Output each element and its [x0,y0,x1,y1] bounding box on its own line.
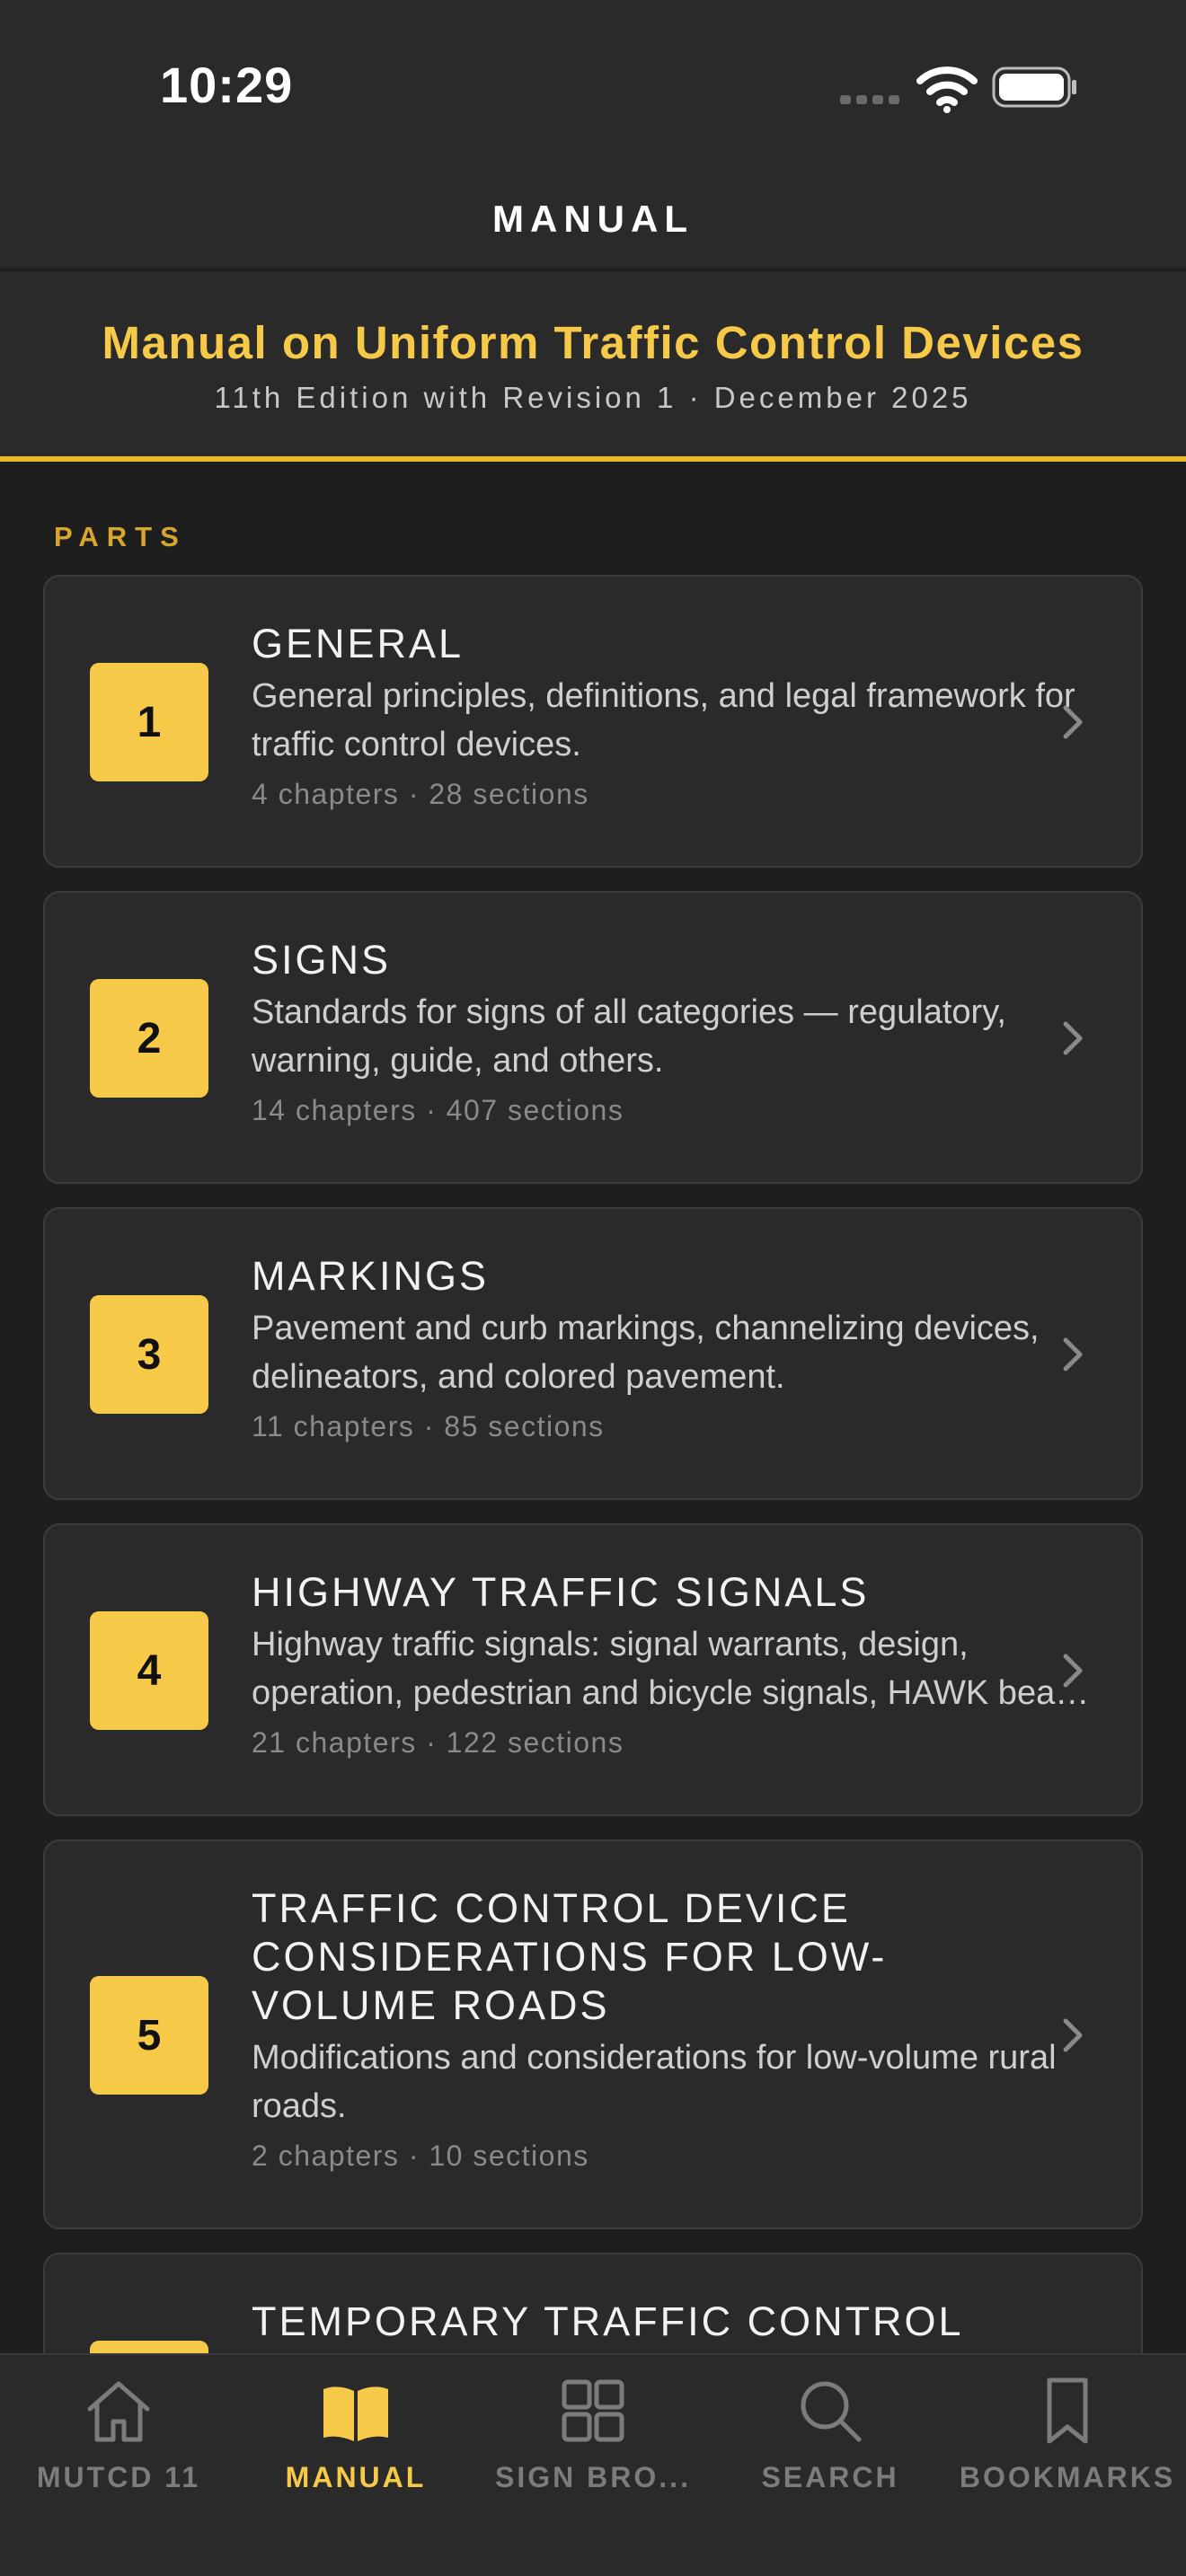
cellular-signal-icon [840,95,899,104]
manual-header: Manual on Uniform Traffic Control Device… [0,271,1186,462]
part-card-3[interactable]: 3 MARKINGS Pavement and curb markings, c… [43,1207,1143,1500]
header-divider [0,456,1186,462]
part-title: HIGHWAY TRAFFIC SIGNALS [252,1569,870,1615]
grid-icon [562,2379,624,2442]
chevron-right-icon [1063,705,1083,739]
tab-sign-browser[interactable]: SIGN BRO... [474,2355,712,2576]
chevron-right-icon [1063,1021,1083,1055]
part-description: General principles, definitions, and leg… [252,677,1075,763]
status-time: 10:29 [160,57,294,113]
tab-label: MANUAL [285,2461,427,2493]
part-meta: 11 chapters · 85 sections [252,1410,605,1442]
part-number-badge: 1 [90,663,208,781]
bookmark-icon [1047,2378,1088,2444]
part-card-4[interactable]: 4 HIGHWAY TRAFFIC SIGNALS Highway traffi… [43,1523,1143,1816]
tab-search[interactable]: SEARCH [712,2355,949,2576]
part-title: MARKINGS [252,1253,490,1299]
part-number-badge: 3 [90,1295,208,1414]
part-description-truncated: operation, pedestrian and bicycle signal… [252,1674,1096,1712]
tab-label: BOOKMARKS [959,2461,1176,2493]
part-card-1[interactable]: 1 GENERAL General principles, definition… [43,575,1143,868]
part-title: GENERAL [252,621,465,666]
part-meta: 4 chapters · 28 sections [252,778,589,810]
part-card-2[interactable]: 2 SIGNS Standards for signs of all categ… [43,891,1143,1184]
search-icon [801,2381,862,2442]
status-bar: 10:29 [0,0,1186,153]
tab-label: MUTCD 11 [36,2461,201,2493]
chevron-right-icon [1063,2018,1083,2052]
part-description: Pavement and curb markings, channelizing… [252,1310,1040,1396]
manual-title: Manual on Uniform Traffic Control Device… [102,317,1084,368]
part-number-badge: 5 [90,1976,208,2095]
part-title: TRAFFIC CONTROL DEVICE CONSIDERATIONS FO… [252,1885,888,2028]
tab-mutcd11[interactable]: MUTCD 11 [0,2355,237,2576]
part-description: Standards for signs of all categories — … [252,993,1006,1080]
tab-bar: MUTCD 11 MANUAL SIGN BRO... SEARCH BOOKM… [0,2353,1186,2576]
navigation-bar: MANUAL [0,153,1186,269]
tab-bookmarks[interactable]: BOOKMARKS [949,2355,1186,2576]
tab-label: SEARCH [761,2461,899,2493]
part-card-5[interactable]: 5 TRAFFIC CONTROL DEVICE CONSIDERATIONS … [43,1839,1143,2229]
tab-label: SIGN BRO... [495,2461,691,2493]
part-title: TEMPORARY TRAFFIC CONTROL [252,2298,964,2344]
section-label: PARTS [54,521,187,552]
battery-icon [992,66,1076,108]
part-meta: 2 chapters · 10 sections [252,2139,589,2172]
wifi-icon [916,66,978,113]
part-description: Highway traffic signals: signal warrants… [252,1626,969,1663]
chevron-right-icon [1063,1654,1083,1688]
part-meta: 21 chapters · 122 sections [252,1726,624,1759]
screen: 10:29 MANUAL Manual on Uniform Traffic C… [0,0,1186,2576]
tab-manual[interactable]: MANUAL [237,2355,474,2576]
part-title: SIGNS [252,937,392,983]
manual-edition: 11th Edition with Revision 1 · December … [214,381,972,414]
part-number-badge: 2 [90,979,208,1098]
home-icon [87,2381,150,2442]
book-icon [323,2386,388,2441]
part-meta: 14 chapters · 407 sections [252,1094,624,1126]
nav-title: MANUAL [492,198,694,240]
chevron-right-icon [1063,1337,1083,1372]
part-description: Modifications and considerations for low… [252,2039,1057,2125]
part-number-badge: 4 [90,1611,208,1730]
